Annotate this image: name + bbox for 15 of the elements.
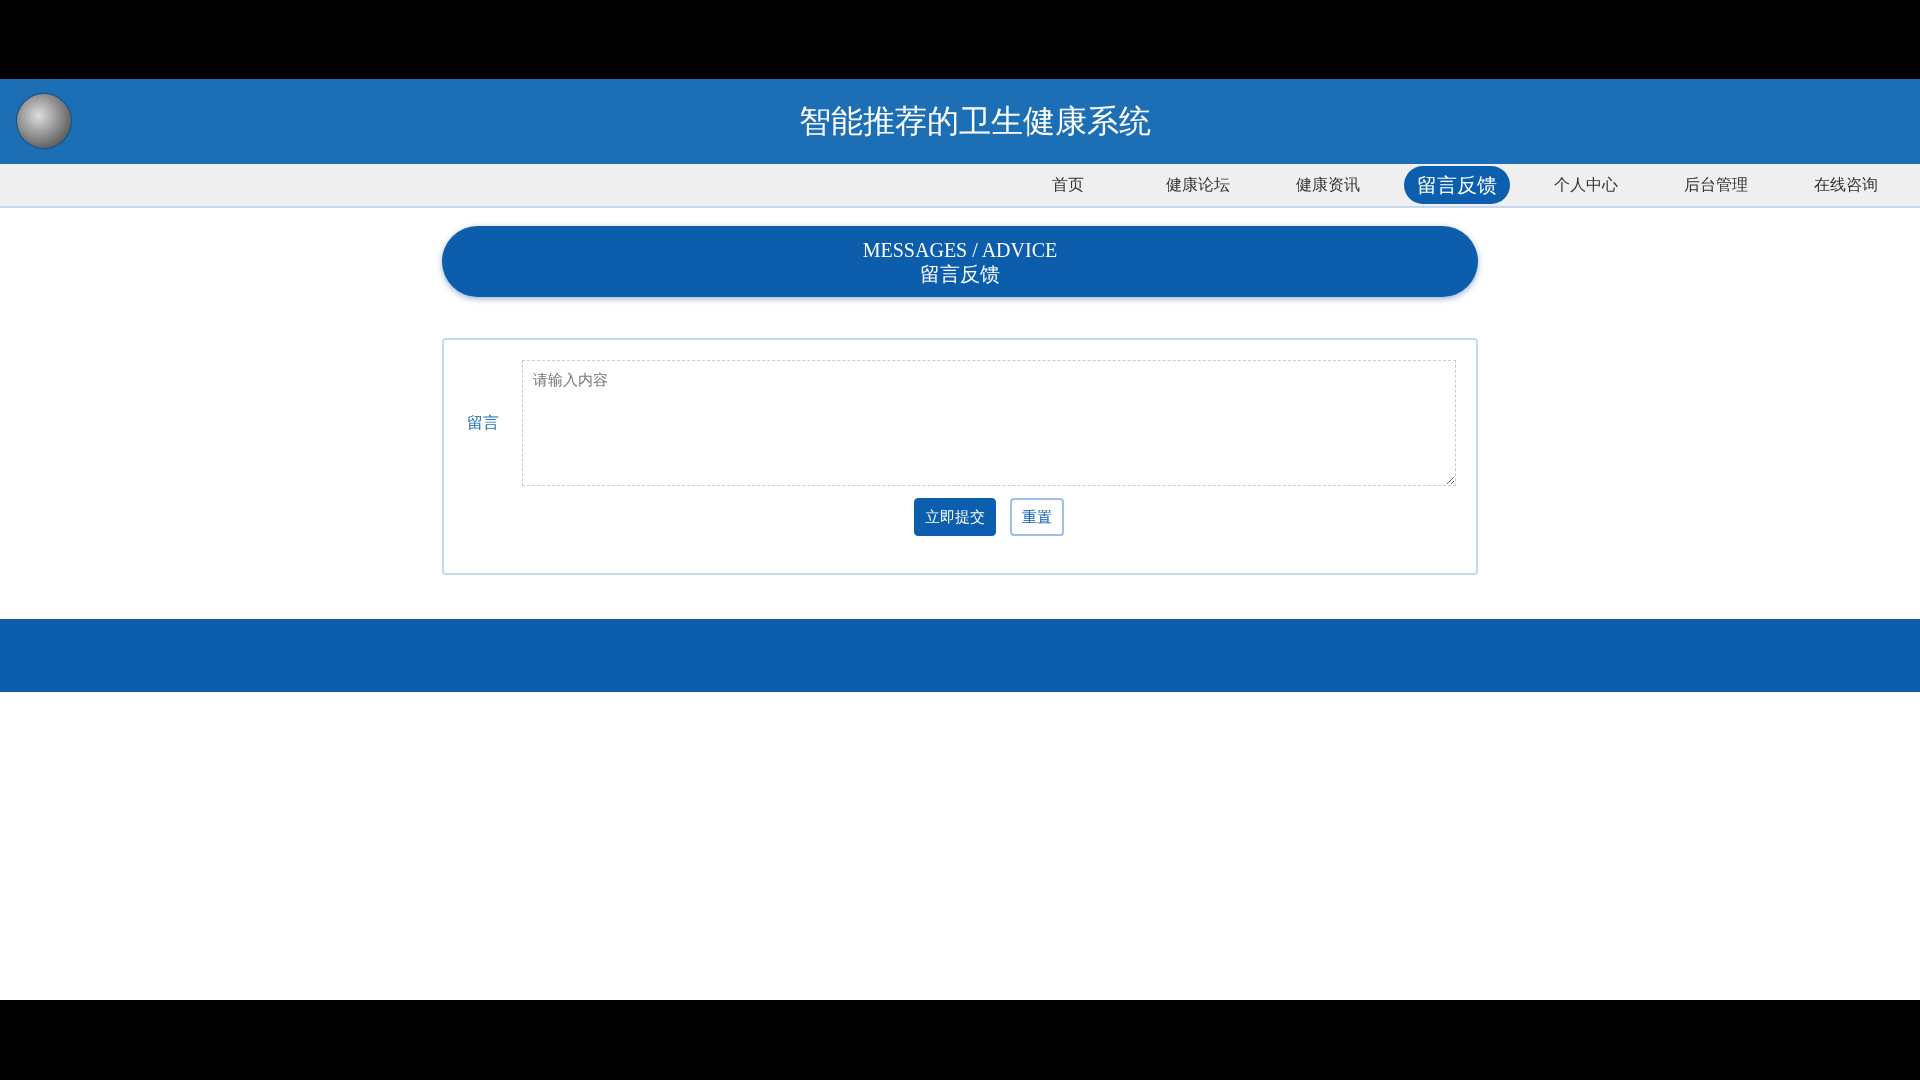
banner-title: MESSAGES / ADVICE xyxy=(862,237,1058,262)
nav-item[interactable]: 个人中心 xyxy=(1532,166,1640,204)
nav-item[interactable]: 健康资讯 xyxy=(1274,166,1382,204)
nav-item[interactable]: 首页 xyxy=(1014,166,1122,204)
reset-button[interactable]: 重置 xyxy=(1010,498,1064,536)
nav-item[interactable]: 在线咨询 xyxy=(1792,166,1900,204)
nav-item[interactable]: 后台管理 xyxy=(1662,166,1770,204)
nav-item[interactable]: 留言反馈 xyxy=(1404,166,1510,204)
message-field[interactable]: 请输入内容 xyxy=(521,360,1456,486)
avatar-logo xyxy=(17,94,71,148)
nav-item[interactable]: 健康论坛 xyxy=(1144,166,1252,204)
banner-subtitle: 留言反馈 xyxy=(920,261,1000,286)
field-label: 留言 xyxy=(465,412,500,434)
site-title: 智能推荐的卫生健康系统 xyxy=(799,100,1151,142)
submit-button[interactable]: 立即提交 xyxy=(914,498,996,536)
